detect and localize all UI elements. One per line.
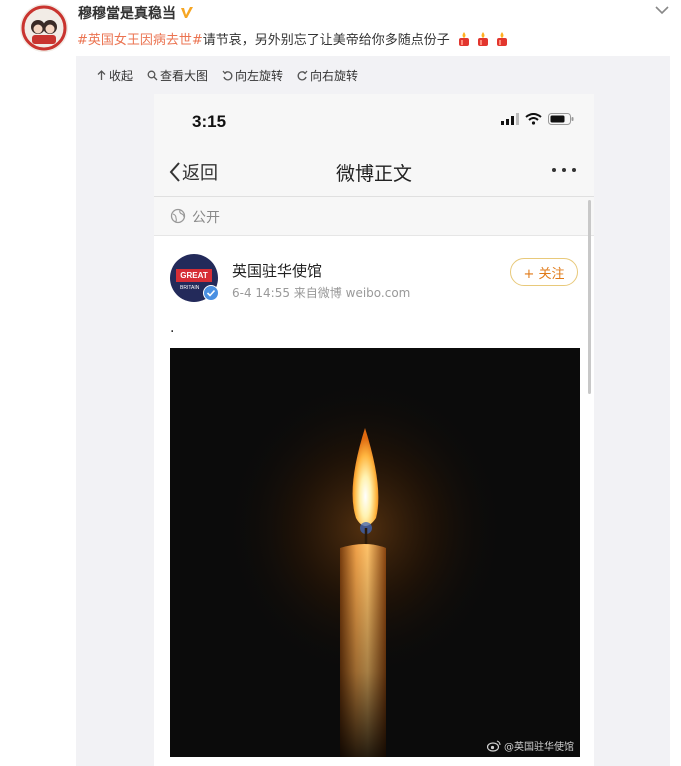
post-body: 请节哀，另外别忘了让美帝给你多随点份子 [202, 33, 450, 48]
candle-emoji-icon [458, 31, 469, 46]
status-icons [501, 113, 574, 125]
status-time: 3:15 [192, 112, 227, 131]
post-meta: 6-4 14:55 来自微博 weibo.com [232, 286, 411, 300]
globe-icon [170, 208, 186, 224]
candle-image [170, 348, 580, 757]
username-text[interactable]: 穆穆當是真稳当 [78, 3, 176, 23]
rotate-right-icon [297, 70, 308, 81]
follow-button[interactable]: + 关注 [510, 258, 578, 286]
media-viewer: 收起 查看大图 向左旋转 向右旋转 3:15 返回 微博正文 公开 GREAT … [76, 56, 670, 766]
weibo-logo-icon [487, 739, 501, 752]
user-avatar[interactable] [20, 4, 68, 52]
username[interactable]: 穆穆當是真稳当 [78, 3, 194, 23]
rotate-left-label: 向左旋转 [235, 69, 284, 83]
rotate-right-button[interactable]: 向右旋转 [297, 67, 358, 84]
status-bar: 3:15 [154, 94, 594, 146]
candle-emojis [456, 31, 510, 47]
view-large-label: 查看大图 [160, 69, 209, 83]
wifi-icon [525, 113, 542, 125]
collapse-label: 收起 [109, 69, 134, 83]
nav-bar: 返回 微博正文 [154, 146, 594, 197]
avatar-logo-text: GREAT [176, 269, 212, 282]
nav-title: 微博正文 [335, 163, 412, 185]
watermark-text: @英国驻华使馆 [504, 742, 574, 753]
rotate-left-button[interactable]: 向左旋转 [222, 67, 283, 84]
weibo-body-text: . [170, 320, 175, 336]
arrow-up-icon [97, 70, 106, 80]
author-name[interactable]: 英国驻华使馆 [232, 260, 322, 281]
magnifier-icon [147, 70, 158, 81]
battery-icon [548, 113, 574, 125]
photo-watermark: @英国驻华使馆 [487, 738, 574, 753]
phone-screenshot[interactable]: 3:15 返回 微博正文 公开 GREAT BRITAIN 英国驻华使馆 6-4… [154, 94, 594, 766]
rotate-right-label: 向右旋转 [310, 69, 359, 83]
chevron-down-icon[interactable] [654, 4, 670, 16]
media-toolbar: 收起 查看大图 向左旋转 向右旋转 [96, 67, 358, 84]
view-large-button[interactable]: 查看大图 [147, 67, 208, 84]
verified-icon [203, 285, 219, 301]
candle-emoji-icon [477, 31, 488, 46]
scrollbar[interactable] [588, 200, 591, 394]
post-text: #英国女王因病去世# 请节哀，另外别忘了让美帝给你多随点份子 [77, 29, 510, 48]
visibility-row: 公开 [154, 197, 594, 236]
collapse-button[interactable]: 收起 [96, 67, 133, 84]
v-badge-icon [181, 7, 193, 18]
candle-emoji-icon [496, 31, 507, 46]
rotate-left-icon [222, 70, 233, 81]
candle-photo[interactable]: @英国驻华使馆 [170, 348, 580, 757]
hashtag-link[interactable]: #英国女王因病去世# [77, 29, 203, 48]
visibility-label: 公开 [192, 210, 220, 226]
signal-icon [501, 113, 519, 125]
more-icon[interactable] [550, 164, 578, 176]
avatar-logo-subtext: BRITAIN [180, 285, 200, 291]
